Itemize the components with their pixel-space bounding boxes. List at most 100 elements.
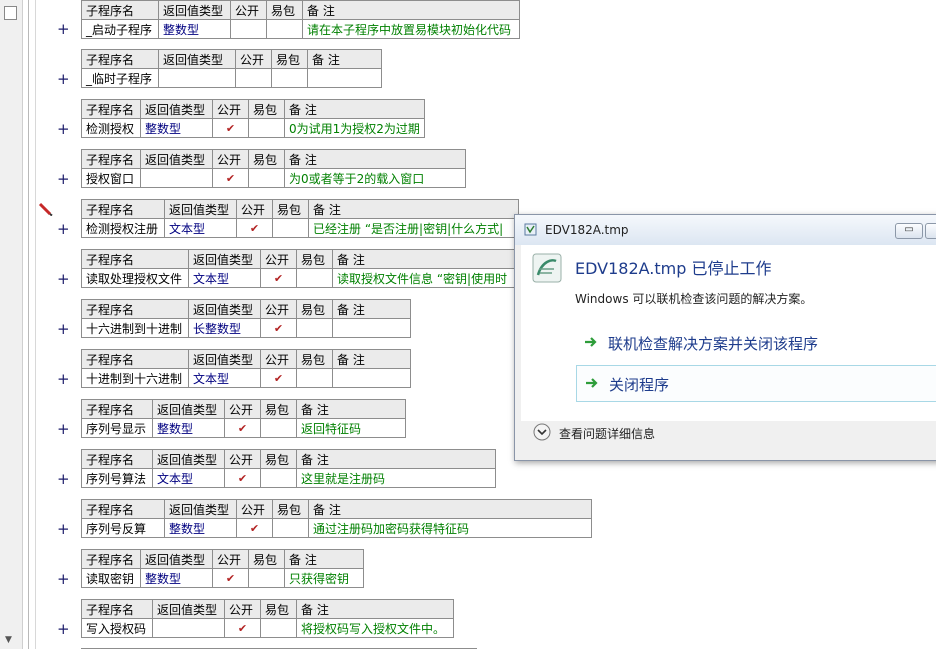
chevron-down-icon[interactable]: [533, 423, 551, 441]
sub-public-check[interactable]: ✔: [260, 368, 297, 388]
header-remark: 备 注: [284, 549, 364, 569]
sub-public-check[interactable]: ✔: [236, 518, 273, 538]
sub-return-type[interactable]: 文本型: [188, 268, 261, 288]
header-remark: 备 注: [307, 49, 382, 69]
sub-public-cell[interactable]: [235, 68, 272, 88]
sub-remark[interactable]: 为0或者等于2的载入窗口: [284, 168, 466, 188]
sub-return-type[interactable]: 文本型: [188, 368, 261, 388]
header-name: 子程序名: [81, 449, 153, 469]
check-online-solution-option[interactable]: 联机检查解决方案并关闭该程序: [576, 325, 936, 362]
sub-name[interactable]: 读取密钥: [81, 568, 141, 588]
expand-button[interactable]: +: [57, 72, 70, 87]
sub-package-cell[interactable]: [272, 518, 309, 538]
sub-remark[interactable]: 读取授权文件信息 “密钥|使用时: [332, 268, 517, 288]
sub-remark[interactable]: [307, 68, 382, 88]
sub-remark[interactable]: 返回特征码: [296, 418, 406, 438]
expand-button[interactable]: +: [57, 322, 70, 337]
sub-remark[interactable]: 只获得密钥: [284, 568, 364, 588]
sub-package-cell[interactable]: [296, 318, 333, 338]
vertical-scrollbar[interactable]: ▼: [0, 0, 23, 649]
sub-remark[interactable]: 这里就是注册码: [296, 468, 496, 488]
sub-return-type[interactable]: 整数型: [152, 418, 225, 438]
sub-public-check[interactable]: ✔: [212, 568, 249, 588]
view-details-link[interactable]: 查看问题详细信息: [559, 425, 655, 442]
expand-button[interactable]: +: [57, 22, 70, 37]
window-control-button[interactable]: [925, 223, 936, 239]
sub-return-type[interactable]: 文本型: [164, 218, 237, 238]
sub-name[interactable]: 检测授权注册: [81, 218, 165, 238]
expand-button[interactable]: +: [57, 622, 70, 637]
sub-package-cell[interactable]: [272, 218, 309, 238]
sub-name[interactable]: 十六进制到十进制: [81, 318, 189, 338]
sub-remark[interactable]: 将授权码写入授权文件中。: [296, 618, 454, 638]
sub-name[interactable]: 检测授权: [81, 118, 141, 138]
sub-public-check[interactable]: ✔: [236, 218, 273, 238]
sub-return-type[interactable]: [140, 168, 213, 188]
sub-return-type[interactable]: [152, 618, 225, 638]
sub-return-type[interactable]: 整数型: [164, 518, 237, 538]
expand-button[interactable]: +: [57, 472, 70, 487]
sub-remark[interactable]: [332, 318, 411, 338]
sub-remark[interactable]: 0为试用1为授权2为过期: [284, 118, 425, 138]
header-public: 公开: [260, 249, 297, 269]
expand-button[interactable]: +: [57, 222, 70, 237]
gutter-divider: [35, 0, 36, 649]
scroll-down-arrow-icon[interactable]: ▼: [5, 636, 12, 645]
expand-button[interactable]: +: [57, 422, 70, 437]
sub-public-check[interactable]: ✔: [212, 118, 249, 138]
minimize-button[interactable]: ▭: [895, 223, 923, 239]
sub-remark[interactable]: [332, 368, 411, 388]
sub-remark[interactable]: 请在本子程序中放置易模块初始化代码: [302, 19, 520, 39]
sub-public-check[interactable]: ✔: [224, 468, 261, 488]
sub-package-cell[interactable]: [260, 418, 297, 438]
header-public: 公开: [260, 349, 297, 369]
sub-return-type[interactable]: 文本型: [152, 468, 225, 488]
header-remark: 备 注: [284, 99, 425, 119]
scrollbar-thumb[interactable]: [4, 6, 17, 20]
sub-return-type[interactable]: [158, 68, 236, 88]
sub-public-check[interactable]: ✔: [224, 618, 261, 638]
sub-package-cell[interactable]: [248, 568, 285, 588]
sub-name[interactable]: 读取处理授权文件: [81, 268, 189, 288]
sub-name[interactable]: 序列号反算: [81, 518, 165, 538]
expand-button[interactable]: +: [57, 522, 70, 537]
sub-name[interactable]: 序列号显示: [81, 418, 153, 438]
sub-public-check[interactable]: ✔: [260, 318, 297, 338]
sub-public-check[interactable]: ✔: [212, 168, 249, 188]
expand-button[interactable]: +: [57, 172, 70, 187]
sub-remark[interactable]: 通过注册码加密码获得特征码: [308, 518, 592, 538]
sub-package-cell[interactable]: [266, 19, 303, 39]
sub-name[interactable]: _启动子程序: [81, 19, 159, 39]
header-name: 子程序名: [81, 0, 159, 20]
sub-public-check[interactable]: ✔: [224, 418, 261, 438]
sub-public-check[interactable]: ✔: [260, 268, 297, 288]
header-name: 子程序名: [81, 549, 141, 569]
sub-name[interactable]: 序列号算法: [81, 468, 153, 488]
sub-package-cell[interactable]: [271, 68, 308, 88]
header-public: 公开: [236, 199, 273, 219]
sub-name[interactable]: _临时子程序: [81, 68, 159, 88]
subroutine-table: 子程序名 返回值类型 公开 易包 备 注 _启动子程序 整数型 请在本子程序中放…: [81, 0, 520, 39]
sub-package-cell[interactable]: [248, 168, 285, 188]
sub-return-type[interactable]: 长整数型: [188, 318, 261, 338]
sub-package-cell[interactable]: [296, 268, 333, 288]
expand-button[interactable]: +: [57, 572, 70, 587]
sub-package-cell[interactable]: [260, 468, 297, 488]
sub-name[interactable]: 授权窗口: [81, 168, 141, 188]
sub-name[interactable]: 十进制到十六进制: [81, 368, 189, 388]
sub-public-cell[interactable]: [230, 19, 267, 39]
expand-button[interactable]: +: [57, 272, 70, 287]
header-remark: 备 注: [302, 0, 520, 20]
expand-button[interactable]: +: [57, 372, 70, 387]
sub-remark[interactable]: 已经注册 “是否注册|密钥|什么方式|: [308, 218, 519, 238]
sub-return-type[interactable]: 整数型: [158, 19, 231, 39]
sub-return-type[interactable]: 整数型: [140, 568, 213, 588]
expand-button[interactable]: +: [57, 122, 70, 137]
sub-package-cell[interactable]: [248, 118, 285, 138]
sub-name[interactable]: 写入授权码: [81, 618, 153, 638]
sub-package-cell[interactable]: [260, 618, 297, 638]
sub-package-cell[interactable]: [296, 368, 333, 388]
sub-return-type[interactable]: 整数型: [140, 118, 213, 138]
close-program-option[interactable]: 关闭程序: [576, 365, 936, 402]
dialog-titlebar[interactable]: EDV182A.tmp ▭: [515, 215, 936, 245]
